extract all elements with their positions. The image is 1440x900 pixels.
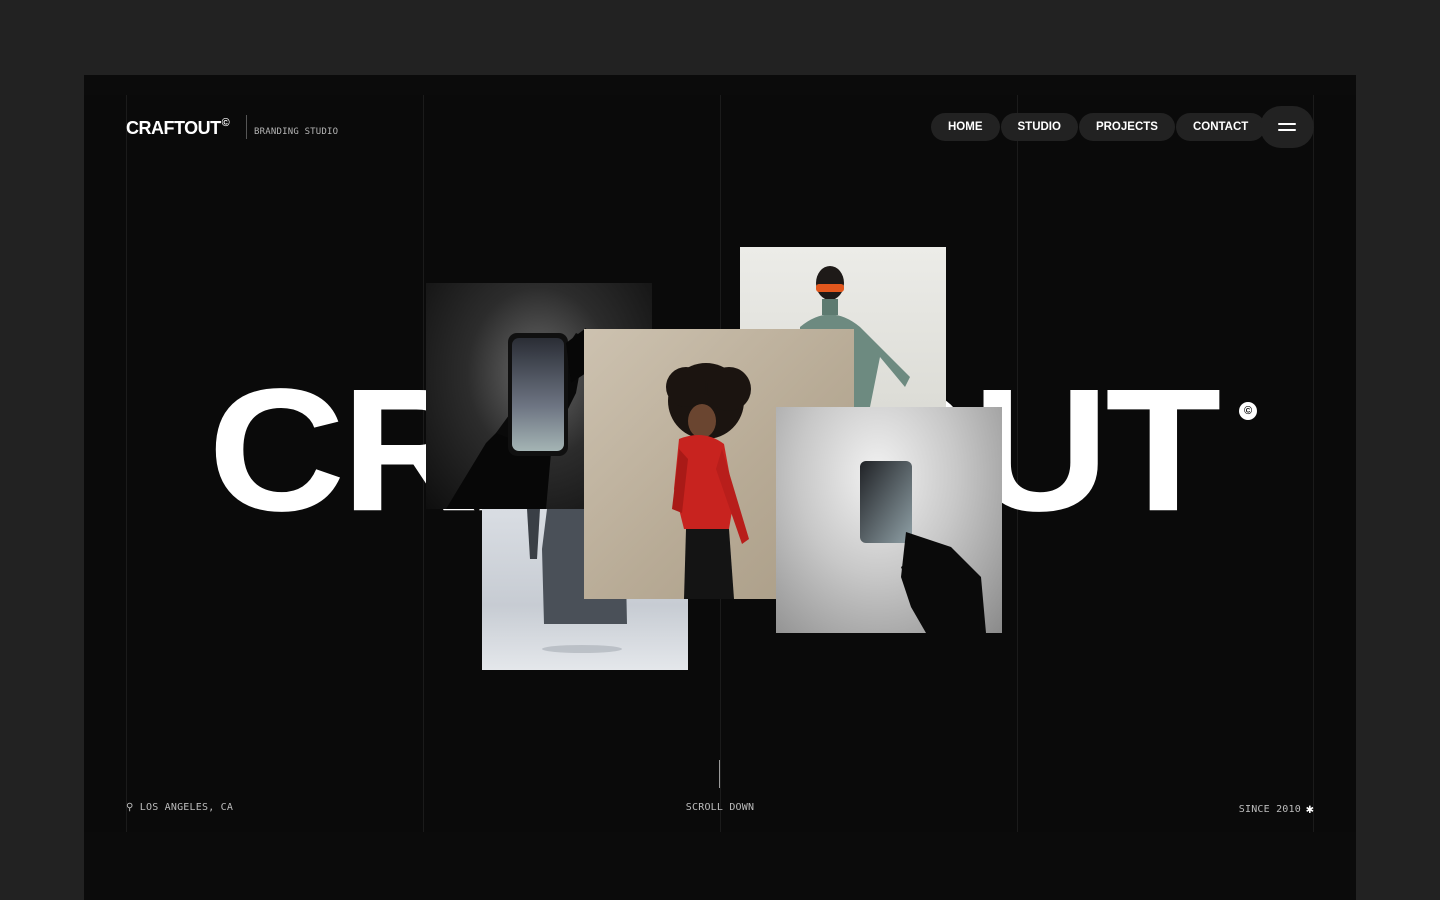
hero-copyright-mark: © <box>1239 402 1257 420</box>
scroll-down-label[interactable]: SCROLL DOWN <box>84 802 1356 813</box>
nav-home[interactable]: HOME <box>931 113 1000 141</box>
since-label: SINCE 2010 ✱ <box>1239 802 1314 817</box>
site-frame: CRAFTOUT © BRANDING STUDIO HOME STUDIO P… <box>84 75 1356 900</box>
grid-line <box>1313 95 1314 832</box>
nav-studio[interactable]: STUDIO <box>1000 113 1078 141</box>
logo-copyright-mark: © <box>221 117 230 129</box>
logo-divider <box>246 115 247 139</box>
nav-contact[interactable]: CONTACT <box>1175 113 1266 141</box>
asterisk-icon: ✱ <box>1305 802 1314 817</box>
grid-line <box>126 95 127 832</box>
logo-tagline: BRANDING STUDIO <box>254 127 339 137</box>
logo-text: CRAFTOUT <box>126 118 221 138</box>
hand-holding-card-image <box>776 407 1002 633</box>
menu-button[interactable] <box>1260 106 1314 148</box>
hamburger-menu-icon <box>1278 123 1296 125</box>
hamburger-menu-icon <box>1278 129 1296 131</box>
site-logo[interactable]: CRAFTOUT © <box>126 117 230 139</box>
nav-projects[interactable]: PROJECTS <box>1078 113 1175 141</box>
since-text: SINCE 2010 <box>1238 804 1301 815</box>
main-nav: HOME STUDIO PROJECTS CONTACT <box>931 113 1266 141</box>
scroll-indicator-line <box>719 760 720 788</box>
